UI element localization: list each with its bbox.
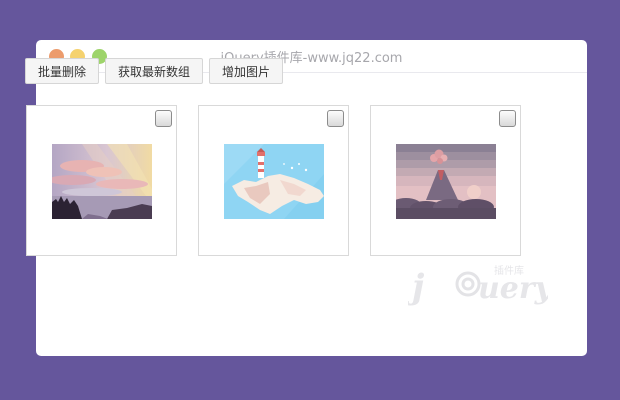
gallery-item[interactable]	[198, 105, 349, 256]
lighthouse-image	[224, 144, 324, 219]
toolbar: 批量删除 获取最新数组 增加图片	[25, 58, 284, 84]
jquery-logo-icon: j uery 插件库	[406, 264, 555, 307]
select-checkbox[interactable]	[499, 110, 516, 127]
svg-text:j: j	[408, 267, 425, 307]
mountain-sunset-image	[52, 144, 152, 219]
select-checkbox[interactable]	[327, 110, 344, 127]
batch-delete-button[interactable]: 批量删除	[25, 58, 100, 84]
lighthouse-illustration	[224, 144, 324, 219]
gallery-item[interactable]	[370, 105, 521, 256]
volcano-illustration	[396, 144, 496, 219]
gallery-item[interactable]	[26, 105, 177, 256]
volcano-image	[396, 144, 496, 219]
select-checkbox[interactable]	[155, 110, 172, 127]
svg-text:插件库: 插件库	[494, 264, 524, 277]
get-latest-array-button[interactable]: 获取最新数组	[105, 58, 204, 84]
jquery-logo-watermark: j uery 插件库	[406, 260, 555, 310]
mountain-sunset-illustration	[52, 144, 152, 219]
add-image-button[interactable]: 增加图片	[209, 58, 284, 84]
